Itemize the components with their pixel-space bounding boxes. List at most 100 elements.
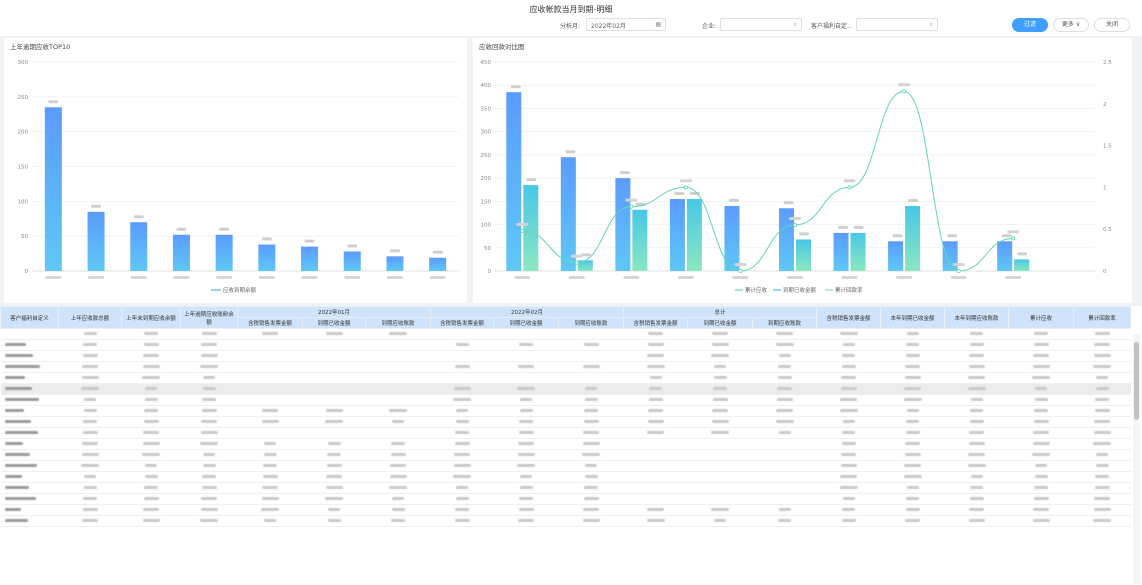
rate-point[interactable] — [847, 185, 852, 190]
filter-button[interactable]: 过滤 — [1012, 18, 1048, 32]
table-row[interactable] — [0, 416, 1131, 428]
bar-cum-receivable[interactable] — [669, 199, 685, 271]
redacted-value — [82, 519, 98, 522]
bar-received[interactable] — [850, 232, 866, 271]
bar-received[interactable] — [523, 185, 539, 271]
redacted-value — [1094, 409, 1110, 412]
bar-received[interactable] — [905, 205, 921, 271]
rate-point[interactable] — [629, 204, 634, 209]
bar-overdue[interactable] — [301, 246, 319, 271]
table-row[interactable] — [0, 438, 1131, 450]
col-prev-undue[interactable]: 上年末到期应收余额 — [121, 306, 181, 329]
close-button[interactable]: 关闭 — [1094, 18, 1130, 32]
bar-cum-receivable[interactable] — [560, 157, 576, 271]
bar-cum-receivable[interactable] — [506, 92, 522, 271]
rate-point[interactable] — [956, 268, 961, 273]
bar-overdue[interactable] — [343, 251, 361, 271]
table-row[interactable] — [0, 372, 1131, 384]
table-row[interactable] — [0, 361, 1131, 373]
table-row[interactable] — [0, 427, 1131, 439]
table-row[interactable] — [0, 405, 1131, 417]
table-cell — [121, 339, 181, 351]
col-jan-due[interactable]: 到期应收账款 — [364, 317, 432, 329]
legend-label[interactable]: 到期已收金额 — [783, 286, 817, 294]
bar-cum-receivable[interactable] — [615, 178, 631, 271]
table-row[interactable] — [0, 328, 1131, 340]
table-row[interactable] — [0, 339, 1131, 351]
legend-label[interactable]: 应收到期余额 — [223, 286, 257, 294]
chart-panel-left: 上年逾期应收TOP10 0 50 100 150 200 250 300 应收到期余额 — [4, 38, 467, 303]
bar-received[interactable] — [686, 199, 702, 271]
legend-label[interactable]: 累计应收 — [745, 286, 768, 294]
table-cell — [944, 504, 1009, 516]
bar-cum-receivable[interactable] — [888, 241, 904, 271]
y2-tick-label: 1.5 — [1103, 144, 1112, 150]
col-total-recv[interactable]: 到期已收金额 — [687, 317, 754, 329]
redacted-value — [1033, 343, 1049, 346]
rate-point[interactable] — [574, 260, 579, 265]
table-cell — [880, 383, 945, 395]
col-feb-invoice[interactable]: 含税销售发票金额 — [430, 317, 495, 329]
table-cell — [880, 504, 945, 516]
col-total-invoice[interactable]: 含税销售发票金额 — [623, 317, 689, 329]
period-picker[interactable]: 2022年02月 ▦ — [586, 18, 666, 31]
bar-overdue[interactable] — [215, 234, 233, 271]
rate-point[interactable] — [902, 89, 907, 94]
bar-cum-receivable[interactable] — [997, 241, 1013, 271]
rate-point[interactable] — [792, 223, 797, 228]
table-row[interactable] — [0, 460, 1131, 472]
bar-received[interactable] — [632, 209, 648, 271]
col-cum-rate[interactable]: 累计回款率 — [1073, 306, 1132, 329]
table-row[interactable] — [0, 383, 1131, 395]
scrollbar-thumb[interactable] — [1134, 342, 1139, 420]
more-button[interactable]: 更多 ∨ — [1053, 18, 1089, 32]
company-input[interactable]: ⌕ — [720, 18, 802, 31]
table-row[interactable] — [0, 394, 1131, 406]
col-this-year-due[interactable]: 本年到期应收账款 — [944, 306, 1010, 329]
col-prev-overdue[interactable]: 上年逾期应收账龄余额 — [180, 306, 238, 329]
bar-overdue[interactable] — [130, 222, 148, 271]
table-row[interactable] — [0, 471, 1131, 483]
legend-label[interactable]: 累计回款率 — [835, 286, 863, 294]
bar-received[interactable] — [1014, 259, 1030, 271]
col-prev-total[interactable]: 上年应收款总额 — [58, 306, 122, 329]
col-cum-recv[interactable]: 累计应收 — [1008, 306, 1075, 329]
col-total-due[interactable]: 到期应收账款 — [752, 317, 818, 329]
line-collection-rate[interactable] — [522, 90, 1014, 272]
rate-point[interactable] — [520, 228, 525, 233]
rate-point[interactable] — [683, 185, 688, 190]
rate-point[interactable] — [738, 268, 743, 273]
col-feb-due[interactable]: 到期应收账款 — [558, 317, 625, 329]
x-tick-label — [386, 276, 403, 279]
table-row[interactable] — [0, 449, 1131, 461]
bar-overdue[interactable] — [44, 107, 62, 272]
redacted-value — [4, 519, 28, 522]
table-row[interactable] — [0, 504, 1131, 516]
bar-overdue[interactable] — [258, 244, 276, 271]
table-cell — [816, 482, 881, 494]
table-row[interactable] — [0, 515, 1131, 527]
col-jan-recv[interactable]: 到期已收金额 — [302, 317, 366, 329]
bar-cum-receivable[interactable] — [833, 232, 849, 271]
bar-overdue[interactable] — [429, 257, 447, 271]
col-this-year-invoice[interactable]: 含税销售发票金额 — [816, 306, 882, 329]
col-this-year-recv[interactable]: 本年到期已收金额 — [880, 306, 946, 329]
redacted-value — [711, 343, 729, 346]
redacted-value — [585, 464, 598, 467]
bar-overdue[interactable] — [87, 211, 105, 271]
table-row[interactable] — [0, 482, 1131, 494]
table-scrollbar[interactable] — [1133, 334, 1140, 584]
redacted-value — [202, 387, 216, 390]
customer-input[interactable]: ⌕ — [856, 18, 938, 31]
bar-overdue[interactable] — [172, 234, 190, 271]
col-customer[interactable]: 客户福利自定义 — [0, 306, 59, 329]
table-row[interactable] — [0, 493, 1131, 505]
col-feb-recv[interactable]: 到期已收金额 — [493, 317, 560, 329]
redacted-value — [903, 398, 922, 401]
bar-cum-receivable[interactable] — [942, 241, 958, 271]
bar-received[interactable] — [796, 239, 811, 271]
col-jan-invoice[interactable]: 含税销售发票金额 — [237, 317, 303, 329]
bar-overdue[interactable] — [386, 256, 404, 271]
rate-point[interactable] — [1011, 236, 1016, 241]
table-row[interactable] — [0, 350, 1131, 362]
